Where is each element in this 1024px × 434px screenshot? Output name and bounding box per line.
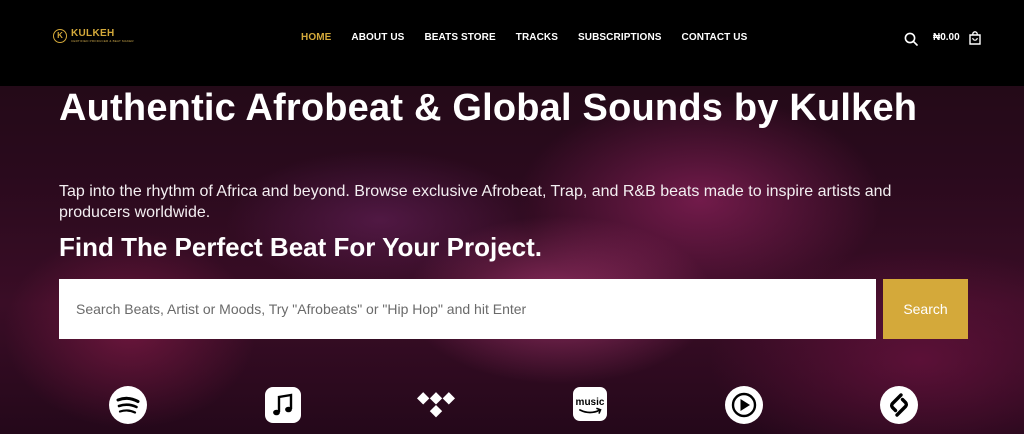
- cart-amount[interactable]: ₦0.00: [933, 31, 960, 45]
- svg-text:music: music: [576, 397, 605, 408]
- nav-about-us[interactable]: ABOUT US: [351, 31, 404, 45]
- hero-heading: Find The Perfect Beat For Your Project.: [59, 232, 543, 262]
- nav-tracks[interactable]: TRACKS: [516, 31, 558, 45]
- spotify-icon[interactable]: [109, 386, 147, 424]
- nav-beats-store[interactable]: BEATS STORE: [424, 31, 495, 45]
- beat-search-input[interactable]: [59, 279, 876, 339]
- apple-music-icon[interactable]: [264, 386, 302, 424]
- logo-tagline: CERTIFIED PRODUCER & BEAT MAKER: [71, 39, 134, 43]
- nav-subscriptions[interactable]: SUBSCRIPTIONS: [578, 31, 662, 45]
- main-nav: HOME ABOUT US BEATS STORE TRACKS SUBSCRI…: [301, 31, 747, 45]
- tidal-icon[interactable]: [417, 386, 455, 424]
- hero-title: Authentic Afrobeat & Global Sounds by Ku…: [59, 87, 918, 129]
- nav-contact-us[interactable]: CONTACT US: [682, 31, 748, 45]
- shopping-bag-icon[interactable]: [968, 31, 982, 45]
- search-icon[interactable]: [904, 32, 918, 46]
- search-button[interactable]: Search: [883, 279, 968, 339]
- shazam-icon[interactable]: [880, 386, 918, 424]
- amazon-music-icon[interactable]: music: [571, 386, 609, 424]
- hero-subtitle: Tap into the rhythm of Africa and beyond…: [59, 183, 892, 221]
- logo[interactable]: K KULKEH CERTIFIED PRODUCER & BEAT MAKER: [53, 29, 134, 43]
- logo-mark-icon: K: [53, 29, 67, 43]
- logo-name: KULKEH: [71, 28, 115, 39]
- youtube-music-icon[interactable]: [725, 386, 763, 424]
- nav-home[interactable]: HOME: [301, 31, 331, 45]
- site-header: K KULKEH CERTIFIED PRODUCER & BEAT MAKER…: [0, 0, 1024, 86]
